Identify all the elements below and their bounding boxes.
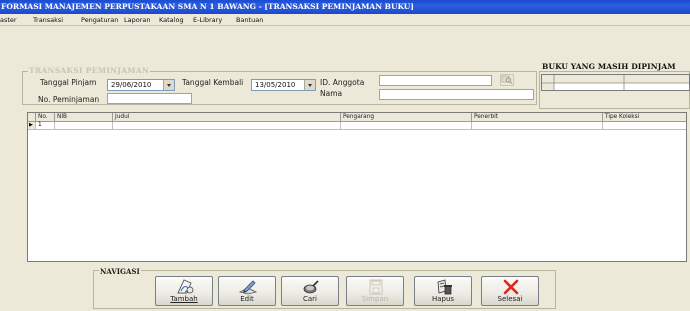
close-x-icon (503, 279, 519, 295)
no-peminjaman-label: No. Peminjaman (38, 95, 100, 104)
menu-item-elibrary[interactable]: E-Library (193, 14, 222, 26)
tanggal-kembali-value: 13/05/2010 (255, 81, 296, 89)
delete-trash-icon (437, 279, 452, 295)
tanggal-kembali-picker[interactable]: 13/05/2010 (251, 79, 316, 91)
edit-label: Edit (240, 295, 254, 303)
edit-pencil-icon (238, 280, 258, 295)
menu-item-transaksi[interactable]: Transaksi (33, 14, 63, 26)
table-cell-nib[interactable] (55, 122, 113, 130)
cari-button[interactable]: Cari (281, 276, 339, 306)
search-magnifier-icon (303, 280, 319, 294)
buku-dipinjam-grid[interactable] (541, 74, 690, 91)
selesai-button[interactable]: Selesai (481, 276, 539, 306)
window-title: FORMASI MANAJEMEN PERPUSTAKAAN SMA N 1 B… (1, 2, 414, 11)
menu-item-bantuan[interactable]: Bantuan (236, 14, 263, 26)
no-peminjaman-field[interactable] (107, 93, 192, 104)
column-header-pengarang[interactable]: Pengarang (341, 113, 472, 122)
table-cell-pengarang[interactable] (341, 122, 472, 130)
column-header-tipe-koleksi[interactable]: Tipe Koleksi (603, 113, 686, 122)
tanggal-pinjam-picker[interactable]: 29/06/2010 (107, 79, 175, 91)
menu-item-master[interactable]: aster (0, 14, 17, 26)
simpan-label: Simpan (361, 295, 389, 303)
save-disk-icon (369, 279, 383, 295)
peminjaman-grid[interactable]: No. NIB Judul Pengarang Penerbit Tipe Ko… (27, 112, 687, 262)
tambah-button[interactable]: Tambah (155, 276, 213, 306)
tanggal-pinjam-value: 29/06/2010 (111, 81, 152, 89)
column-header-no[interactable]: No. (36, 113, 55, 122)
column-header-nib[interactable]: NIB (55, 113, 113, 122)
nama-label: Nama (320, 89, 343, 98)
search-icon (501, 75, 513, 84)
table-cell-tipe-koleksi[interactable] (603, 122, 686, 130)
selesai-label: Selesai (497, 295, 523, 303)
menu-item-katalog[interactable]: Katalog (159, 14, 184, 26)
table-cell-no[interactable]: 1 (36, 122, 55, 130)
chevron-down-icon[interactable] (163, 80, 174, 90)
hapus-button[interactable]: Hapus (414, 276, 472, 306)
transaksi-legend: TRANSAKSI PEMINJAMAN (28, 66, 151, 75)
add-record-icon (177, 279, 194, 294)
table-cell-penerbit[interactable] (472, 122, 603, 130)
tanggal-kembali-label: Tanggal Kembali (182, 78, 244, 87)
chevron-down-icon[interactable] (304, 80, 315, 90)
menu-item-pengaturan[interactable]: Pengaturan (81, 14, 118, 26)
grid-corner-cell (28, 113, 36, 122)
tanggal-pinjam-label: Tanggal Pinjam (40, 78, 97, 87)
column-header-judul[interactable]: Judul (113, 113, 341, 122)
navigasi-legend: NAVIGASI (99, 267, 141, 276)
simpan-button[interactable]: Simpan (346, 276, 404, 306)
member-lookup-button[interactable] (500, 74, 514, 86)
nama-field[interactable] (379, 89, 534, 100)
tambah-label: Tambah (170, 295, 198, 303)
table-cell-judul[interactable] (113, 122, 341, 130)
buku-dipinjam-title: BUKU YANG MASIH DIPINJAM (542, 62, 676, 71)
window-title-bar: FORMASI MANAJEMEN PERPUSTAKAAN SMA N 1 B… (0, 0, 690, 14)
menu-bar: aster Transaksi Pengaturan Laporan Katal… (0, 14, 690, 26)
row-indicator-icon: ▶ (28, 122, 36, 130)
edit-button[interactable]: Edit (218, 276, 276, 306)
hapus-label: Hapus (431, 295, 455, 303)
column-header-penerbit[interactable]: Penerbit (472, 113, 603, 122)
id-anggota-field[interactable] (379, 75, 492, 86)
cari-label: Cari (303, 295, 317, 303)
menu-item-laporan[interactable]: Laporan (124, 14, 150, 26)
id-anggota-label: ID. Anggota (320, 78, 365, 87)
